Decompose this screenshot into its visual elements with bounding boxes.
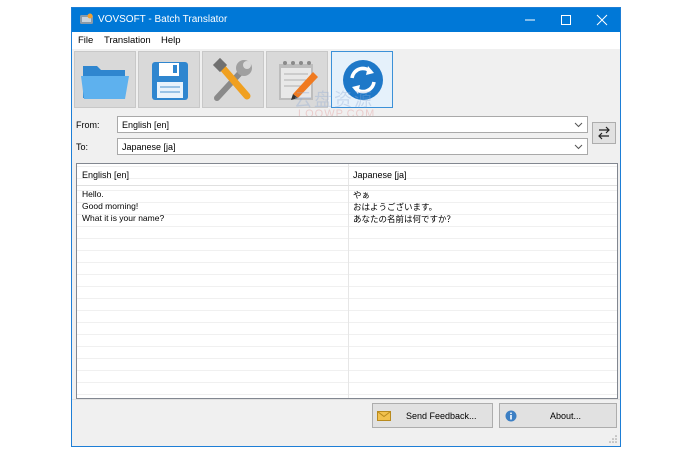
table-row[interactable]: Hello. やぁ — [77, 188, 617, 200]
to-label: To: — [76, 142, 89, 152]
chevron-down-icon — [574, 144, 583, 150]
tools-icon — [212, 57, 252, 101]
maximize-button[interactable] — [548, 8, 584, 32]
menu-translation[interactable]: Translation — [104, 35, 151, 46]
table-row[interactable]: What it is your name? あなたの名前は何ですか？ — [77, 212, 617, 224]
about-button[interactable]: About... — [499, 403, 617, 428]
menu-help[interactable]: Help — [161, 35, 181, 46]
app-window: VOVSOFT - Batch Translator File Translat… — [71, 7, 621, 447]
open-button[interactable] — [74, 51, 136, 108]
window-title: VOVSOFT - Batch Translator — [98, 14, 228, 25]
title-bar[interactable]: VOVSOFT - Batch Translator — [72, 8, 620, 32]
menu-bar: File Translation Help — [72, 32, 620, 49]
target-cell: あなたの名前は何ですか？ — [353, 214, 456, 224]
header-divider — [77, 185, 617, 186]
close-button[interactable] — [584, 8, 620, 32]
column-header-target[interactable]: Japanese [ja] — [353, 170, 407, 180]
swap-arrows-icon — [598, 126, 610, 140]
save-icon — [152, 62, 188, 100]
resize-grip-icon[interactable] — [608, 434, 618, 444]
to-language-value: Japanese [ja] — [122, 142, 176, 152]
maximize-icon — [561, 15, 571, 25]
chevron-down-icon — [574, 122, 583, 128]
from-label: From: — [76, 120, 100, 130]
open-folder-icon — [81, 66, 129, 99]
send-feedback-label: Send Feedback... — [406, 411, 477, 421]
table-row[interactable]: Good morning! おはようございます。 — [77, 200, 617, 212]
source-cell: Hello. — [82, 189, 104, 199]
save-button[interactable] — [138, 51, 200, 108]
minimize-button[interactable] — [512, 8, 548, 32]
info-icon — [505, 410, 517, 422]
column-header-source[interactable]: English [en] — [82, 170, 129, 180]
from-language-value: English [en] — [122, 120, 170, 130]
swap-languages-button[interactable] — [592, 122, 616, 144]
about-label: About... — [550, 411, 582, 421]
app-icon — [80, 13, 93, 24]
envelope-icon — [377, 411, 391, 421]
settings-button[interactable] — [202, 51, 264, 108]
source-cell: What it is your name? — [82, 213, 165, 223]
minimize-icon — [525, 19, 535, 21]
to-language-select[interactable]: Japanese [ja] — [117, 138, 588, 155]
source-cell: Good morning! — [82, 201, 139, 211]
send-feedback-button[interactable]: Send Feedback... — [372, 403, 493, 428]
close-icon — [596, 14, 608, 26]
translation-table[interactable]: English [en] Japanese [ja] Hello. やぁ Goo… — [76, 163, 618, 399]
from-language-select[interactable]: English [en] — [117, 116, 588, 133]
footer-divider — [72, 399, 620, 400]
menu-file[interactable]: File — [78, 35, 93, 46]
